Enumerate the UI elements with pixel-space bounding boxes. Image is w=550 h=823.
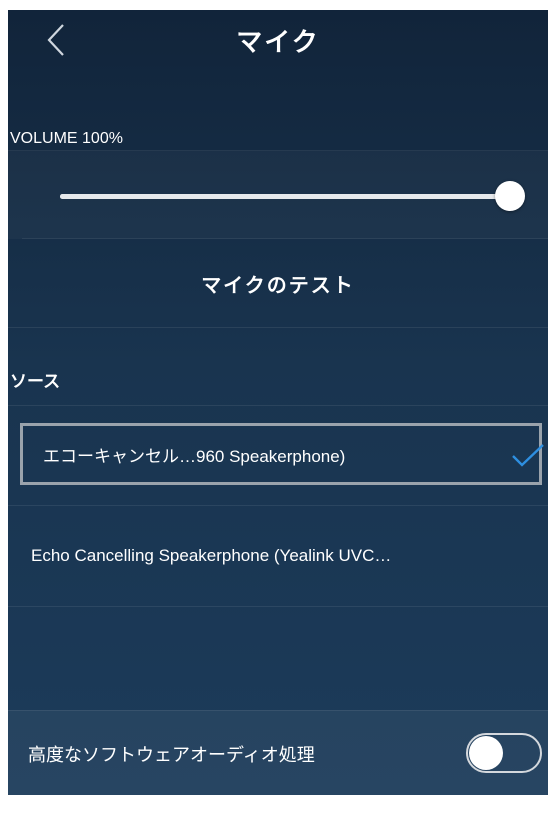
checkmark-icon xyxy=(512,444,544,467)
toggle-knob xyxy=(469,736,503,770)
source-item[interactable]: Echo Cancelling Speakerphone (Yealink UV… xyxy=(8,506,548,606)
mic-settings-screen: マイク VOLUME 100% マイクのテスト ソース エコーキャンセル…960… xyxy=(8,10,548,795)
volume-slider-fill xyxy=(60,194,510,199)
advanced-audio-label: 高度なソフトウェアオーディオ処理 xyxy=(28,745,315,766)
header: マイク xyxy=(8,10,548,80)
volume-slider-row xyxy=(8,150,548,239)
volume-label: VOLUME 100% xyxy=(10,130,123,147)
divider xyxy=(8,405,548,406)
advanced-audio-toggle[interactable] xyxy=(466,733,542,773)
volume-slider-thumb[interactable] xyxy=(495,181,525,211)
page-title: マイク xyxy=(236,28,320,58)
divider xyxy=(8,606,548,607)
divider xyxy=(8,327,548,328)
mic-test-button[interactable]: マイクのテスト xyxy=(8,239,548,327)
advanced-audio-row: 高度なソフトウェアオーディオ処理 xyxy=(8,710,548,795)
source-item-label: エコーキャンセル…960 Speakerphone) xyxy=(43,446,346,466)
volume-slider-track[interactable] xyxy=(60,194,510,199)
source-section-label: ソース xyxy=(10,372,61,392)
mic-test-label: マイクのテスト xyxy=(201,272,355,297)
source-item-selected[interactable]: エコーキャンセル…960 Speakerphone) xyxy=(20,423,544,485)
source-item-label: Echo Cancelling Speakerphone (Yealink UV… xyxy=(31,546,392,565)
